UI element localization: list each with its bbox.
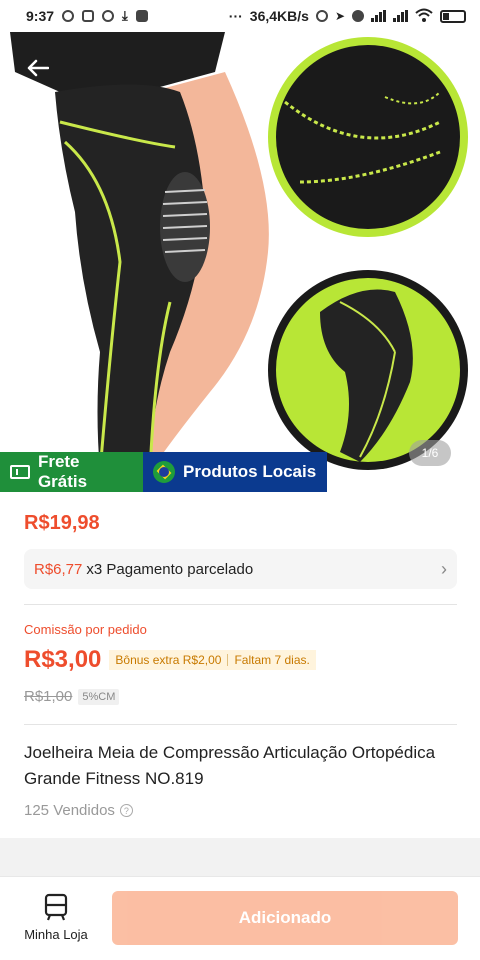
more-icon: ··· [228,8,243,24]
commission-row: R$3,00 Bônus extra R$2,00 Faltam 7 dias. [24,646,316,674]
shopping-icon [82,10,95,22]
product-image [0,32,480,492]
battery-icon [440,9,466,23]
badge-row: Frete Grátis Produtos Locais [0,452,327,492]
download-icon: ⤓ [122,8,128,23]
chevron-right-icon: › [441,558,447,579]
image-counter: 1/6 [409,440,451,466]
commission-value: R$3,00 [24,646,102,673]
help-icon[interactable]: ? [119,804,133,817]
my-store-button[interactable]: Minha Loja [18,893,94,942]
product-image-gallery[interactable]: 1/6 [0,32,480,492]
bonus-pill: Bônus extra R$2,00 Faltam 7 dias. [109,650,316,670]
divider [24,724,457,725]
old-commission: R$1,00 [24,688,73,705]
added-button[interactable]: Adicionado [112,891,458,945]
old-commission-row: R$1,00 5%CM [24,688,120,705]
local-products-label: Produtos Locais [183,462,317,481]
my-store-label: Minha Loja [24,927,88,942]
sold-count: 125 Vendidos ? [24,802,133,819]
free-shipping-label: Frete Grátis [37,452,88,491]
product-info: R$19,98 R$6,77 x3 Pagamento parcelado › … [0,492,480,838]
sync-icon [315,10,328,22]
signal-icon [371,10,386,22]
alarm-icon [352,10,364,22]
bottom-bar: Minha Loja Adicionado [0,876,480,960]
installment-value: R$6,77 [34,560,83,578]
signal-icon-2 [393,10,408,22]
bonus-text: Bônus extra R$2,00 [115,653,222,667]
bonus-separator [227,654,229,666]
installment-text: x3 Pagamento parcelado [86,560,254,578]
location-icon: ➤ [334,9,345,23]
status-bar: 9:37 ⤓ ··· 36,4KB/s ➤ [0,0,480,32]
product-price: R$19,98 [24,512,100,534]
status-time: 9:37 [26,8,55,24]
brazil-flag-icon [153,461,175,483]
bonus-days: Faltam 7 dias. [234,653,310,667]
truck-icon [10,465,30,479]
back-button[interactable] [22,52,54,84]
installment-row[interactable]: R$6,77 x3 Pagamento parcelado › [24,549,457,589]
notification-icon [62,10,75,22]
wifi-icon [415,8,433,25]
divider [24,604,457,605]
settings-icon [102,10,115,22]
product-title: Joelheira Meia de Compressão Articulação… [24,743,436,788]
cm-tag: 5%CM [78,688,120,705]
free-shipping-badge: Frete Grátis [0,452,143,492]
store-icon [44,893,68,921]
sold-text: 125 Vendidos [24,802,115,819]
commission-label: Comissão por pedido [24,622,147,637]
local-products-badge: Produtos Locais [143,452,327,492]
app-icon [135,10,148,22]
network-speed: 36,4KB/s [249,8,309,24]
arrow-left-icon [27,59,49,77]
